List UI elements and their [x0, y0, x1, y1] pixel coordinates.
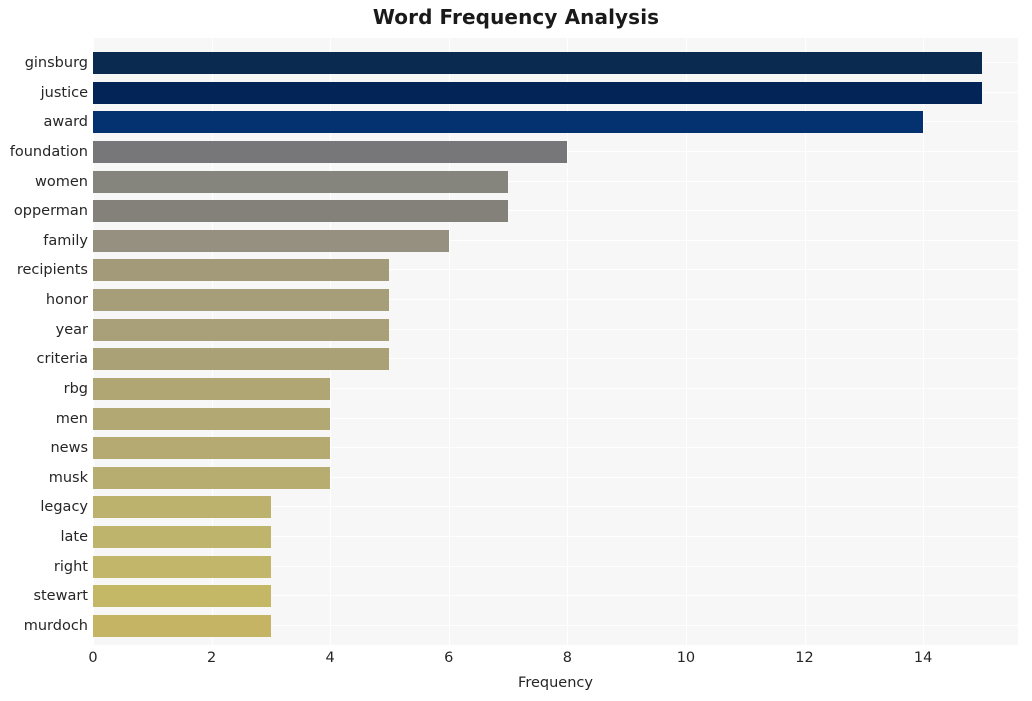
y-axis-tick-label: year	[55, 321, 88, 338]
bar	[93, 229, 449, 252]
bar	[93, 585, 271, 608]
y-axis-tick-label: honor	[45, 292, 88, 309]
x-axis-tick-label: 4	[325, 650, 335, 666]
bar	[93, 111, 924, 134]
y-axis-tick-labels: ginsburg justice award foundation women opper…	[0, 38, 88, 645]
y-axis-tick-label: right	[53, 558, 88, 575]
x-axis-tick-label: 2	[206, 650, 217, 666]
bar	[93, 615, 271, 637]
y-axis-tick-label: ginsburg	[24, 55, 88, 71]
bar	[93, 289, 390, 312]
bar	[93, 377, 331, 400]
bar	[93, 466, 331, 489]
y-axis-tick-label: musk	[48, 469, 88, 486]
bar	[93, 140, 568, 163]
bar	[93, 348, 390, 371]
x-axis-tick-label: 14	[913, 650, 933, 666]
y-axis-tick-label: award	[43, 114, 88, 131]
y-axis-tick-label: late	[60, 529, 88, 546]
y-axis-tick-label: news	[50, 440, 88, 457]
x-axis-tick-labels: 0 2 4 6 8 10 12 14	[88, 650, 1018, 672]
bar	[93, 318, 390, 341]
y-axis-tick-label: stewart	[33, 588, 88, 605]
bar	[93, 437, 331, 460]
y-axis-tick-label: recipients	[16, 262, 88, 279]
y-axis-tick-label: foundation	[9, 143, 88, 160]
bars-layer	[93, 38, 1018, 645]
y-axis-tick-label: women	[35, 173, 88, 190]
chart-title: Word Frequency Analysis	[372, 5, 660, 29]
bar	[93, 407, 331, 430]
x-axis-tick-label: 0	[88, 650, 98, 666]
y-axis-tick-label: justice	[40, 84, 88, 101]
bar	[93, 200, 509, 223]
bar	[93, 52, 983, 74]
bar	[93, 496, 271, 519]
plot-area	[93, 38, 1018, 645]
bar	[93, 259, 390, 282]
x-axis-tick-label: 8	[562, 650, 572, 666]
x-axis-tick-label: 10	[676, 650, 696, 666]
y-axis-tick-label: murdoch	[23, 618, 88, 634]
bar	[93, 555, 271, 578]
y-axis-tick-label: rbg	[63, 380, 88, 397]
y-axis-tick-label: family	[43, 232, 88, 249]
y-axis-tick-label: legacy	[40, 499, 88, 516]
y-axis-tick-label: men	[55, 410, 88, 427]
chart-figure: Word Frequency Analysis ginsburg justice a…	[0, 0, 1032, 701]
bar	[93, 170, 509, 193]
x-axis-title: Frequency	[518, 675, 593, 691]
x-axis-tick-label: 12	[795, 650, 814, 666]
bar	[93, 81, 983, 104]
bar	[93, 526, 271, 549]
y-axis-tick-label: criteria	[36, 351, 88, 368]
x-axis-tick-label: 6	[444, 650, 454, 666]
y-axis-tick-label: opperman	[13, 203, 88, 220]
